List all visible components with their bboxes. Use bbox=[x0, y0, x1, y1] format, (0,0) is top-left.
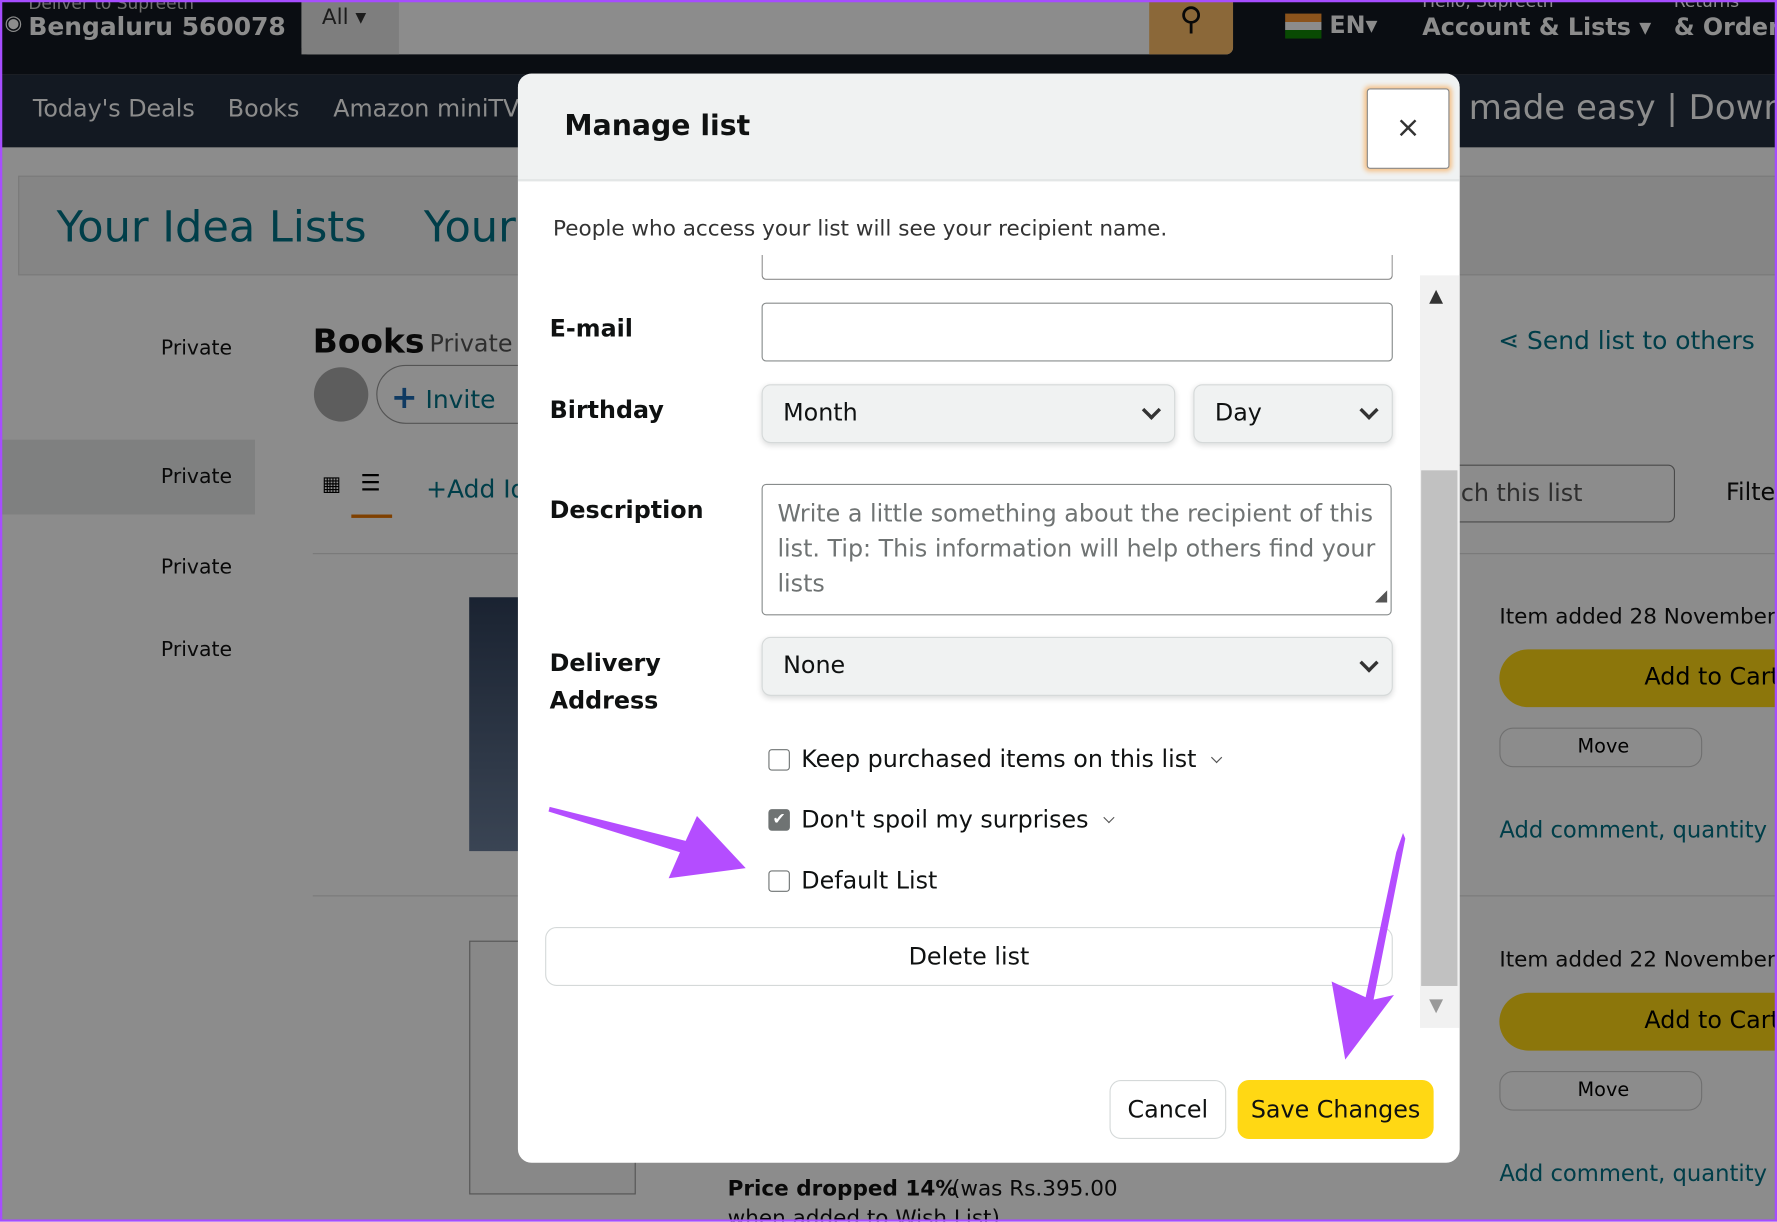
arrow-to-default-list bbox=[548, 806, 746, 879]
arrow-to-save-changes bbox=[1331, 832, 1406, 1060]
annotation-arrows bbox=[548, 806, 1406, 1060]
